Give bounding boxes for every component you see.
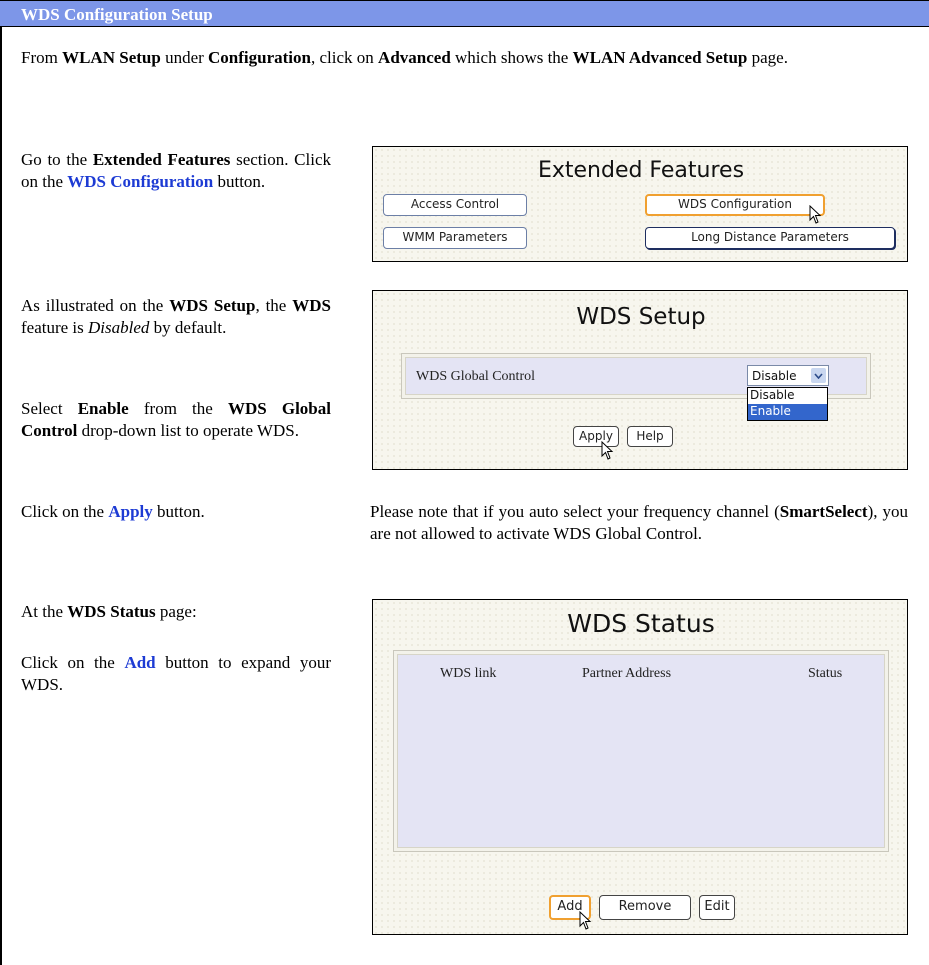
- wds-status-table: WDS link Partner Address Status: [393, 650, 889, 852]
- column-header-wds-link: WDS link: [440, 666, 497, 681]
- wds-global-control-select[interactable]: Disable: [747, 365, 829, 386]
- step-select-enable: Select Enable from the WDS Global Contro…: [21, 399, 331, 441]
- mouse-cursor-icon: [809, 205, 822, 224]
- wds-global-control-label: WDS Global Control: [416, 369, 535, 384]
- step-apply: Click on the Apply button.: [21, 502, 205, 521]
- wds-status-heading: WDS Status: [567, 609, 715, 638]
- wds-global-control-options: Disable Enable: [747, 387, 828, 421]
- remove-button[interactable]: Remove: [599, 895, 691, 920]
- dropdown-arrow-icon[interactable]: [811, 368, 826, 383]
- wds-configuration-button[interactable]: WDS Configuration: [645, 194, 825, 216]
- wds-setup-heading: WDS Setup: [576, 304, 706, 330]
- section-title: WDS Configuration Setup: [21, 5, 213, 24]
- edit-button[interactable]: Edit: [699, 895, 735, 920]
- wds-status-panel: WDS Status WDS link Partner Address Stat…: [372, 599, 908, 935]
- extended-features-heading: Extended Features: [537, 158, 745, 183]
- step-add: Click on the Add button to expand your W…: [21, 653, 331, 695]
- mouse-cursor-icon: [579, 911, 592, 930]
- section-title-bar: WDS Configuration Setup: [0, 0, 929, 27]
- extended-features-panel: Extended Features Access Control WDS Con…: [372, 146, 908, 262]
- wds-setup-panel: WDS Setup WDS Global Control Disable Dis…: [372, 290, 908, 470]
- column-header-partner-address: Partner Address: [582, 666, 672, 681]
- wmm-parameters-button[interactable]: WMM Parameters: [383, 227, 527, 249]
- smartselect-note: Please note that if you auto select your…: [370, 502, 908, 544]
- column-header-status: Status: [808, 666, 843, 681]
- long-distance-parameters-button[interactable]: Long Distance Parameters: [645, 227, 895, 249]
- intro-paragraph: From WLAN Setup under Configuration, cli…: [21, 48, 788, 67]
- select-current-value: Disable: [752, 369, 797, 383]
- mouse-cursor-icon: [601, 441, 614, 460]
- step-wds-status: At the WDS Status page:: [21, 602, 197, 621]
- option-enable[interactable]: Enable: [748, 404, 827, 420]
- step-extended-features: Go to the Extended Features section. Cli…: [21, 150, 331, 192]
- access-control-button[interactable]: Access Control: [383, 194, 527, 216]
- option-disable[interactable]: Disable: [748, 388, 827, 404]
- step-default-disabled: As illustrated on the WDS Setup, the WDS…: [21, 296, 331, 338]
- help-button[interactable]: Help: [627, 426, 673, 447]
